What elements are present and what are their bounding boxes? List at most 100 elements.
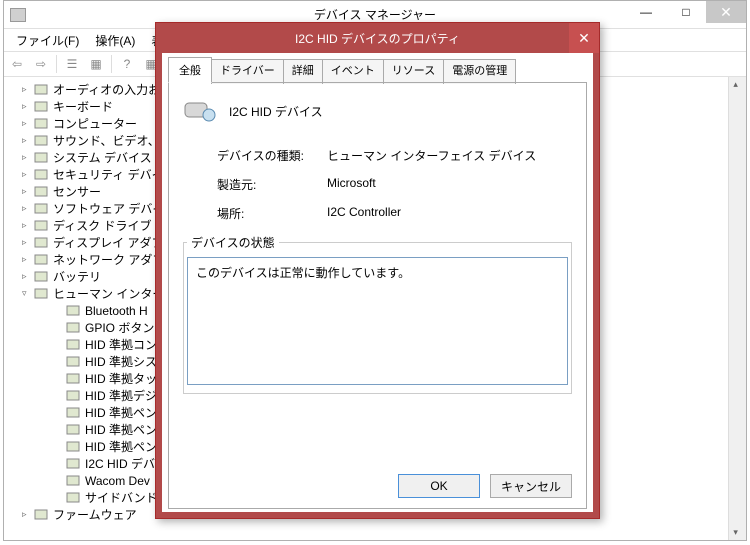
device-category-icon <box>66 389 82 403</box>
dialog-titlebar[interactable]: I2C HID デバイスのプロパティ ✕ <box>156 23 599 53</box>
device-category-icon <box>34 168 50 182</box>
minimize-button[interactable]: — <box>626 1 666 23</box>
tree-item-label: ファームウェア <box>53 506 137 523</box>
tree-item-label: HID 準拠タッ <box>85 370 157 387</box>
help-icon[interactable]: ? <box>116 53 138 75</box>
cancel-button[interactable]: キャンセル <box>490 474 572 498</box>
device-header: I2C HID デバイス <box>183 97 572 125</box>
tree-item-label: ヒューマン インター <box>53 285 164 302</box>
manufacturer-label: 製造元: <box>217 176 327 193</box>
device-category-icon <box>34 219 50 233</box>
device-category-icon <box>66 440 82 454</box>
device-category-icon <box>34 202 50 216</box>
toolbar-separator <box>56 55 57 73</box>
tree-item-label: セキュリティ デバイ <box>53 166 164 183</box>
type-value: ヒューマン インターフェイス デバイス <box>327 147 536 164</box>
tree-item-label: キーボード <box>53 98 113 115</box>
device-category-icon <box>66 321 82 335</box>
info-row-manufacturer: 製造元: Microsoft <box>183 176 572 193</box>
device-category-icon <box>34 185 50 199</box>
app-icon <box>10 8 26 22</box>
expander-icon[interactable]: ▹ <box>22 186 34 197</box>
device-category-icon <box>34 287 50 301</box>
hid-device-icon <box>183 97 217 125</box>
tree-item-label: HID 準拠デジ <box>85 387 157 404</box>
expander-icon[interactable]: ▹ <box>22 101 34 112</box>
device-category-icon <box>34 134 50 148</box>
close-button[interactable]: ✕ <box>706 1 746 23</box>
device-category-icon <box>34 151 50 165</box>
tab-driver[interactable]: ドライバー <box>211 59 284 84</box>
tab-details[interactable]: 詳細 <box>283 59 323 84</box>
device-category-icon <box>34 83 50 97</box>
toolbar-separator <box>111 55 112 73</box>
device-category-icon <box>66 372 82 386</box>
tree-item-label: オーディオの入力お <box>53 81 160 98</box>
device-category-icon <box>66 457 82 471</box>
expander-icon[interactable]: ▹ <box>22 271 34 282</box>
type-label: デバイスの種類: <box>217 147 327 164</box>
tree-item-label: HID 準拠ペン <box>85 438 157 455</box>
properties-dialog: I2C HID デバイスのプロパティ ✕ 全般 ドライバー 詳細 イベント リソ… <box>155 22 600 519</box>
tree-item-label: HID 準拠ペン <box>85 421 157 438</box>
device-category-icon <box>66 304 82 318</box>
tree-item-label: HID 準拠ペン <box>85 404 157 421</box>
dialog-title: I2C HID デバイスのプロパティ <box>156 30 599 47</box>
expander-icon[interactable]: ▹ <box>22 135 34 146</box>
device-category-icon <box>66 338 82 352</box>
device-category-icon <box>66 491 82 505</box>
tree-item-label: ディスプレイ アダプ <box>53 234 164 251</box>
nav-back-icon[interactable]: ⇦ <box>6 53 28 75</box>
device-status-group: デバイスの状態 このデバイスは正常に動作しています。 <box>183 234 572 394</box>
tree-item-label: バッテリ <box>53 268 101 285</box>
tab-panel-general: I2C HID デバイス デバイスの種類: ヒューマン インターフェイス デバイ… <box>168 82 587 509</box>
menu-file[interactable]: ファイル(F) <box>8 30 87 51</box>
device-category-icon <box>66 355 82 369</box>
manufacturer-value: Microsoft <box>327 176 376 193</box>
tree-item-label: ディスク ドライブ <box>53 217 152 234</box>
device-name: I2C HID デバイス <box>229 103 323 120</box>
tree-item-label: GPIO ボタン <box>85 319 154 336</box>
ok-button[interactable]: OK <box>398 474 480 498</box>
expander-icon[interactable]: ▹ <box>22 220 34 231</box>
tab-strip: 全般 ドライバー 詳細 イベント リソース 電源の管理 <box>168 57 587 82</box>
tree-item-label: システム デバイス <box>53 149 152 166</box>
device-category-icon <box>66 406 82 420</box>
tree-item-label: ソフトウェア デバイ <box>53 200 164 217</box>
window-controls: — □ ✕ <box>626 1 746 23</box>
expander-icon[interactable]: ▹ <box>22 237 34 248</box>
tree-item-label: コンピューター <box>53 115 137 132</box>
tree-item-label: Wacom Dev <box>85 474 150 488</box>
expander-icon[interactable]: ▹ <box>22 118 34 129</box>
device-category-icon <box>66 423 82 437</box>
tree-item-label: I2C HID デバ <box>85 455 155 472</box>
tab-resources[interactable]: リソース <box>383 59 444 84</box>
tab-events[interactable]: イベント <box>322 59 384 84</box>
toolbar-icon[interactable]: ▦ <box>85 53 107 75</box>
device-category-icon <box>34 253 50 267</box>
info-row-type: デバイスの種類: ヒューマン インターフェイス デバイス <box>183 147 572 164</box>
menu-action[interactable]: 操作(A) <box>87 30 143 51</box>
tree-item-label: HID 準拠シス <box>85 353 157 370</box>
maximize-button[interactable]: □ <box>666 1 706 23</box>
device-status-textarea[interactable]: このデバイスは正常に動作しています。 <box>187 257 568 385</box>
expander-icon[interactable]: ▿ <box>22 288 34 299</box>
dialog-close-button[interactable]: ✕ <box>569 23 599 53</box>
expander-icon[interactable]: ▹ <box>22 152 34 163</box>
vertical-scrollbar[interactable] <box>728 77 746 540</box>
tree-item-label: サウンド、ビデオ、お <box>53 132 172 149</box>
tab-power[interactable]: 電源の管理 <box>443 59 516 84</box>
tab-general[interactable]: 全般 <box>168 57 212 83</box>
device-category-icon <box>34 236 50 250</box>
expander-icon[interactable]: ▹ <box>22 509 34 520</box>
expander-icon[interactable]: ▹ <box>22 203 34 214</box>
toolbar-icon[interactable]: ☰ <box>61 53 83 75</box>
nav-forward-icon[interactable]: ⇨ <box>30 53 52 75</box>
tree-item-label: HID 準拠コン <box>85 336 157 353</box>
expander-icon[interactable]: ▹ <box>22 84 34 95</box>
location-value: I2C Controller <box>327 205 401 222</box>
expander-icon[interactable]: ▹ <box>22 254 34 265</box>
device-category-icon <box>34 117 50 131</box>
status-legend: デバイスの状態 <box>187 234 279 251</box>
expander-icon[interactable]: ▹ <box>22 169 34 180</box>
